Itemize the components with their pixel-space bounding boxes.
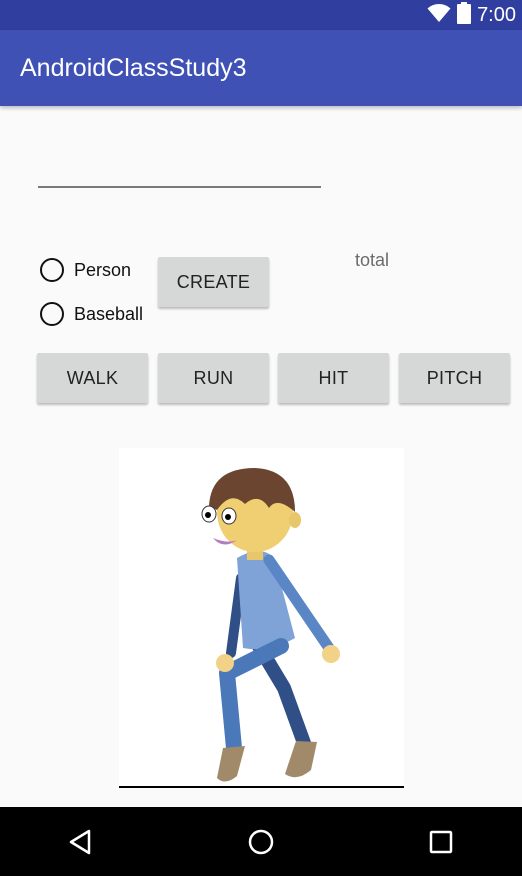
recents-icon[interactable]	[425, 826, 457, 858]
radio-baseball[interactable]: Baseball	[40, 302, 143, 326]
app-title: AndroidClassStudy3	[20, 54, 247, 82]
status-bar: 7:00	[0, 0, 522, 30]
radio-label-person: Person	[74, 259, 132, 280]
total-label: total	[355, 250, 390, 270]
create-button[interactable]: CREATE	[158, 257, 269, 307]
wifi-icon	[427, 3, 451, 28]
back-icon[interactable]	[65, 826, 97, 858]
status-time: 7:00	[477, 4, 516, 26]
navigation-bar	[0, 807, 522, 876]
radio-button-icon[interactable]	[40, 258, 64, 282]
radio-label-baseball: Baseball	[74, 303, 144, 324]
walk-button[interactable]: WALK	[37, 353, 148, 403]
walking-person-illustration	[201, 468, 340, 782]
text-input[interactable]	[38, 186, 321, 188]
status-icons: 7:00	[427, 0, 516, 30]
hit-button[interactable]: HIT	[278, 353, 389, 403]
radio-button-icon[interactable]	[40, 302, 64, 326]
home-icon[interactable]	[245, 826, 277, 858]
character-image	[119, 448, 404, 788]
app-bar: AndroidClassStudy3	[0, 30, 522, 106]
run-button[interactable]: RUN	[158, 353, 269, 403]
ground-line	[119, 786, 404, 788]
pitch-button[interactable]: PITCH	[399, 353, 510, 403]
battery-icon	[457, 1, 472, 29]
radio-person[interactable]: Person	[40, 258, 131, 282]
